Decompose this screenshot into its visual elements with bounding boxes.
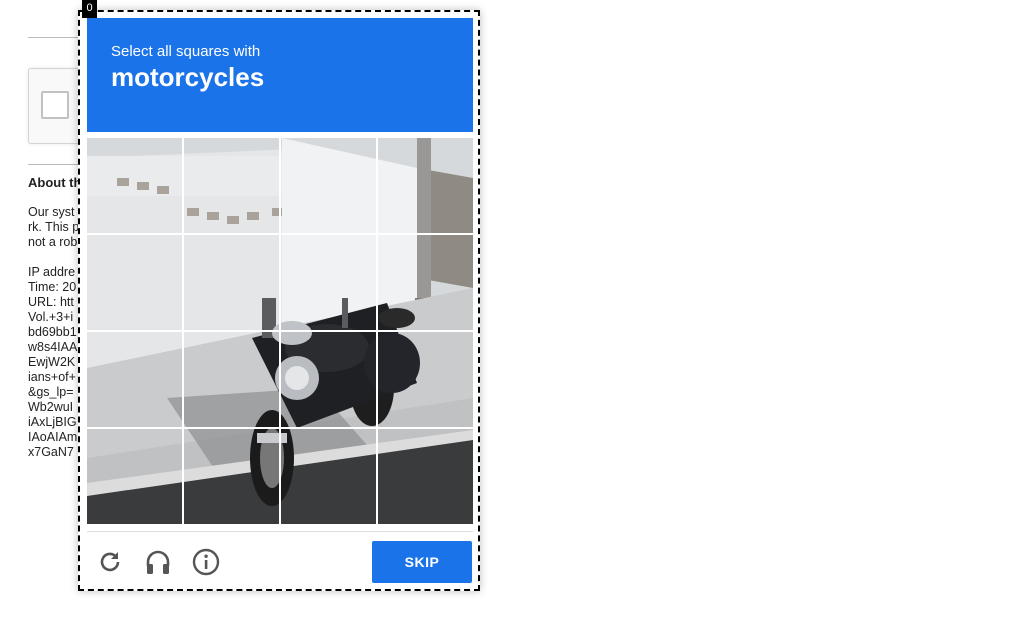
frame-index-badge: 0	[82, 0, 97, 18]
skip-button[interactable]: SKIP	[372, 541, 472, 583]
details-line: Time: 20	[28, 280, 77, 294]
details-line: URL: htt	[28, 295, 74, 309]
image-tile[interactable]	[184, 235, 280, 331]
grid-line	[87, 427, 473, 429]
details-line: Wb2wuI	[28, 400, 74, 414]
image-tile[interactable]	[281, 138, 377, 234]
image-tile[interactable]	[378, 138, 473, 234]
details-line: &gs_lp=	[28, 385, 74, 399]
image-tile[interactable]	[281, 235, 377, 331]
grid-line	[87, 330, 473, 332]
footer-divider	[87, 531, 473, 532]
explanation-line: rk. This p	[28, 220, 80, 234]
details-line: Vol.+3+i	[28, 310, 74, 324]
details-line: w8s4IAA	[28, 340, 78, 354]
image-tile[interactable]	[87, 332, 183, 428]
details-line: EwjW2K	[28, 355, 76, 369]
details-line: x7GaN7	[28, 445, 74, 459]
target-object-label: motorcycles	[111, 62, 265, 92]
image-tile[interactable]	[378, 429, 473, 524]
image-tile[interactable]	[87, 138, 183, 234]
image-tile[interactable]	[87, 429, 183, 524]
details-line: ians+of+	[28, 370, 76, 384]
image-tile[interactable]	[184, 429, 280, 524]
details-line: bd69bb1	[28, 325, 77, 339]
image-tile[interactable]	[378, 235, 473, 331]
reload-icon[interactable]	[94, 546, 126, 578]
image-tile[interactable]	[184, 332, 280, 428]
audio-headphones-icon[interactable]	[142, 546, 174, 578]
explanation-line: Our syst	[28, 205, 75, 219]
explanation-line: not a rob	[28, 235, 78, 249]
image-grid	[87, 138, 473, 524]
recaptcha-checkbox[interactable]	[41, 91, 69, 119]
image-tile[interactable]	[281, 429, 377, 524]
details-line: IP addre	[28, 265, 76, 279]
image-tile[interactable]	[87, 235, 183, 331]
image-tile[interactable]	[281, 332, 377, 428]
info-icon[interactable]	[190, 546, 222, 578]
about-heading: About th	[28, 175, 82, 190]
challenge-header: Select all squares with motorcycles	[87, 18, 473, 132]
grid-line	[87, 233, 473, 235]
instruction-text: Select all squares with	[111, 43, 261, 60]
details-line: iAxLjBIG	[28, 415, 77, 429]
image-tile[interactable]	[184, 138, 280, 234]
image-tile[interactable]	[378, 332, 473, 428]
details-line: IAoAIAm	[28, 430, 78, 444]
